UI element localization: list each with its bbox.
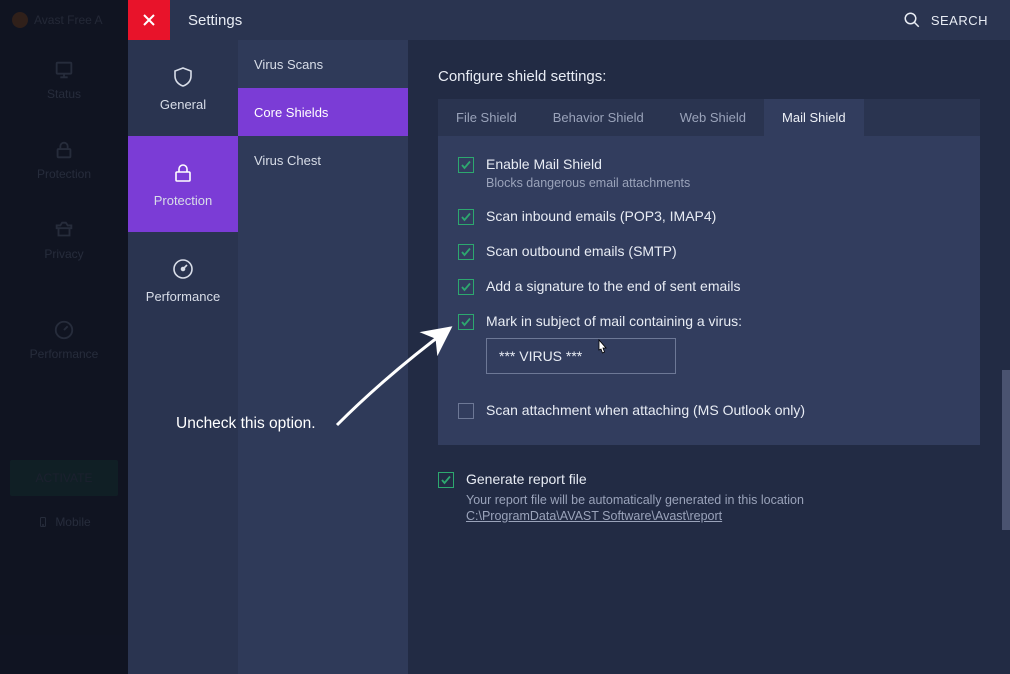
report-block: Generate report file Your report file wi…: [438, 471, 980, 525]
check-icon: [461, 160, 471, 170]
subcategory-label: Core Shields: [254, 105, 328, 120]
search-button[interactable]: SEARCH: [903, 11, 988, 29]
option-label: Add a signature to the end of sent email…: [486, 278, 741, 294]
subcategory-label: Virus Chest: [254, 153, 321, 168]
tab-label: File Shield: [456, 110, 517, 125]
tab-body: Enable Mail Shield Blocks dangerous emai…: [438, 136, 980, 445]
tab-web-shield[interactable]: Web Shield: [662, 99, 764, 136]
category-general[interactable]: General: [128, 40, 238, 136]
check-icon: [461, 317, 471, 327]
category-label: Performance: [146, 289, 220, 304]
option-label: Scan attachment when attaching (MS Outlo…: [486, 402, 805, 418]
check-icon: [461, 212, 471, 222]
settings-category-panel: General Protection Performance: [128, 40, 238, 674]
option-enable-mail-shield: Enable Mail Shield Blocks dangerous emai…: [458, 156, 960, 190]
vertical-scrollbar[interactable]: [1002, 370, 1010, 530]
shield-tabs: File Shield Behavior Shield Web Shield M…: [438, 99, 980, 136]
checkbox-mark-subject[interactable]: [458, 314, 474, 330]
report-sub: Your report file will be automatically g…: [466, 493, 804, 507]
option-label: Mark in subject of mail containing a vir…: [486, 313, 742, 329]
tab-label: Behavior Shield: [553, 110, 644, 125]
lock-icon: [171, 161, 195, 185]
option-scan-inbound: Scan inbound emails (POP3, IMAP4): [458, 208, 960, 225]
tab-behavior-shield[interactable]: Behavior Shield: [535, 99, 662, 136]
close-icon: [142, 13, 156, 27]
annotation-label: Uncheck this option.: [176, 415, 316, 433]
checkbox-scan-attachment[interactable]: [458, 403, 474, 419]
check-icon: [441, 475, 451, 485]
subcategory-virus-chest[interactable]: Virus Chest: [238, 136, 408, 184]
option-sub: Blocks dangerous email attachments: [486, 176, 690, 190]
checkbox-scan-inbound[interactable]: [458, 209, 474, 225]
option-label: Scan outbound emails (SMTP): [486, 243, 677, 259]
report-path-link[interactable]: C:\ProgramData\AVAST Software\Avast\repo…: [466, 509, 722, 523]
option-scan-attachment: Scan attachment when attaching (MS Outlo…: [458, 402, 960, 419]
configure-title: Configure shield settings:: [438, 68, 980, 85]
option-add-signature: Add a signature to the end of sent email…: [458, 278, 960, 295]
page-title: Settings: [188, 12, 242, 29]
option-scan-outbound: Scan outbound emails (SMTP): [458, 243, 960, 260]
category-protection[interactable]: Protection: [128, 136, 238, 232]
app-left-sidebar: Avast Free A Status Protection Privacy P…: [0, 0, 128, 674]
virus-subject-input[interactable]: [486, 338, 676, 374]
checkbox-enable-mail-shield[interactable]: [458, 157, 474, 173]
gauge-icon: [171, 257, 195, 281]
category-label: Protection: [154, 193, 213, 208]
settings-main: Configure shield settings: File Shield B…: [408, 40, 1010, 674]
settings-topbar: Settings SEARCH: [128, 0, 1010, 40]
option-mark-subject: Mark in subject of mail containing a vir…: [458, 313, 960, 330]
tab-label: Mail Shield: [782, 110, 846, 125]
search-label: SEARCH: [931, 13, 988, 28]
subcategory-virus-scans[interactable]: Virus Scans: [238, 40, 408, 88]
tab-label: Web Shield: [680, 110, 746, 125]
shield-icon: [171, 65, 195, 89]
checkbox-generate-report[interactable]: [438, 472, 454, 488]
option-label: Enable Mail Shield: [486, 156, 690, 172]
category-performance[interactable]: Performance: [128, 232, 238, 328]
check-icon: [461, 247, 471, 257]
subcategory-label: Virus Scans: [254, 57, 323, 72]
report-label: Generate report file: [466, 471, 804, 487]
checkbox-add-signature[interactable]: [458, 279, 474, 295]
tab-file-shield[interactable]: File Shield: [438, 99, 535, 136]
search-icon: [903, 11, 921, 29]
category-label: General: [160, 97, 206, 112]
check-icon: [461, 282, 471, 292]
option-label: Scan inbound emails (POP3, IMAP4): [486, 208, 716, 224]
close-button[interactable]: [128, 0, 170, 40]
checkbox-scan-outbound[interactable]: [458, 244, 474, 260]
subcategory-core-shields[interactable]: Core Shields: [238, 88, 408, 136]
tab-mail-shield[interactable]: Mail Shield: [764, 99, 864, 136]
settings-subcategory-panel: Virus Scans Core Shields Virus Chest: [238, 40, 408, 674]
